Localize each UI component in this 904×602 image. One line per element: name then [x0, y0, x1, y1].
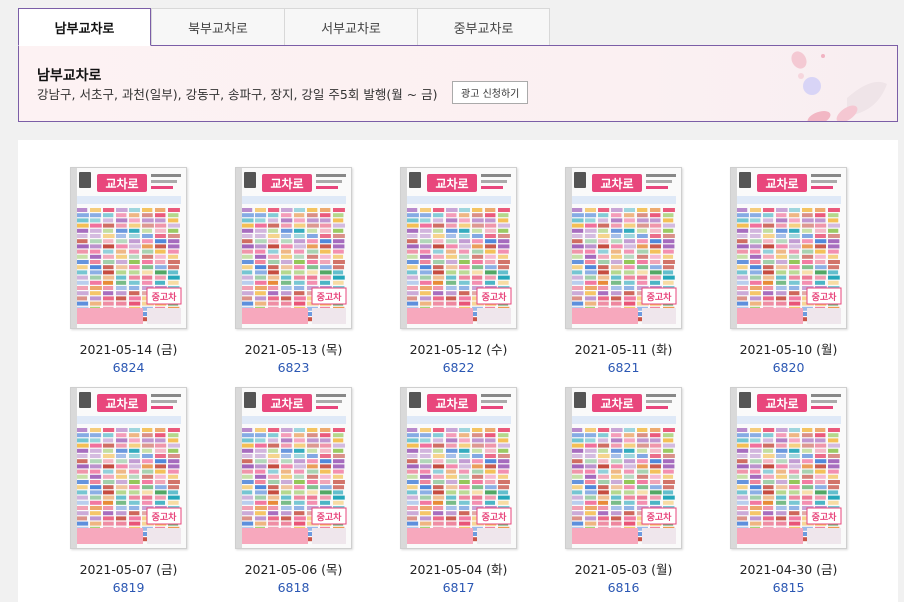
tab-seobu[interactable]: 서부교차로	[284, 8, 417, 46]
issue-date: 2021-05-06 (목)	[244, 562, 343, 577]
svg-text:중고차: 중고차	[152, 291, 178, 303]
issue-card[interactable]: 교차로 중고차 2021-05-07 (금) 6819	[70, 387, 187, 595]
issue-cover-thumbnail[interactable]: 교차로 중고차	[730, 387, 847, 549]
issue-number-link[interactable]: 6821	[565, 360, 682, 375]
issue-card[interactable]: 교차로 중고차 2021-05-11 (화) 6821	[565, 167, 682, 375]
svg-text:중고차: 중고차	[647, 291, 673, 303]
svg-text:교차로: 교차로	[600, 396, 633, 411]
ad-request-button[interactable]: 광고 신청하기	[452, 81, 529, 104]
issue-card[interactable]: 교차로 중고차 2021-05-12 (수) 6822	[400, 167, 517, 375]
issue-number-link[interactable]: 6820	[730, 360, 847, 375]
issue-grid: 교차로 중고차 2021-05-14 (금) 6824 교차로 중고차 2021-…	[70, 167, 847, 595]
svg-text:교차로: 교차로	[105, 396, 138, 411]
issue-date: 2021-05-14 (금)	[79, 342, 178, 357]
issue-card[interactable]: 교차로 중고차 2021-04-30 (금) 6815	[730, 387, 847, 595]
issue-number-link[interactable]: 6819	[70, 580, 187, 595]
svg-text:중고차: 중고차	[482, 511, 508, 523]
issue-list-panel: 교차로 중고차 2021-05-14 (금) 6824 교차로 중고차 2021-…	[18, 140, 898, 602]
issue-number-link[interactable]: 6823	[235, 360, 352, 375]
issue-cover-thumbnail[interactable]: 교차로 중고차	[235, 387, 352, 549]
tab-jungbu[interactable]: 중부교차로	[417, 8, 550, 46]
svg-text:중고차: 중고차	[647, 511, 673, 523]
petal-decoration-icon	[791, 51, 887, 121]
issue-date: 2021-05-04 (화)	[409, 562, 508, 577]
svg-text:교차로: 교차로	[435, 396, 468, 411]
svg-text:교차로: 교차로	[270, 176, 303, 191]
issue-card[interactable]: 교차로 중고차 2021-05-03 (월) 6816	[565, 387, 682, 595]
issue-number-link[interactable]: 6817	[400, 580, 517, 595]
tab-nambu[interactable]: 남부교차로	[18, 8, 151, 46]
issue-number-link[interactable]: 6824	[70, 360, 187, 375]
issue-card[interactable]: 교차로 중고차 2021-05-06 (목) 6818	[235, 387, 352, 595]
issue-cover-thumbnail[interactable]: 교차로 중고차	[70, 167, 187, 329]
svg-text:중고차: 중고차	[482, 291, 508, 303]
svg-text:교차로: 교차로	[765, 176, 798, 191]
svg-text:교차로: 교차로	[765, 396, 798, 411]
region-tabs: 남부교차로 북부교차로 서부교차로 중부교차로	[18, 8, 550, 46]
issue-cover-thumbnail[interactable]: 교차로 중고차	[565, 387, 682, 549]
issue-date: 2021-05-12 (수)	[409, 342, 508, 357]
svg-text:중고차: 중고차	[317, 291, 343, 303]
edition-description: 강남구, 서초구, 과천(일부), 강동구, 송파구, 장지, 강일 주5회 발…	[37, 87, 438, 102]
issue-card[interactable]: 교차로 중고차 2021-05-14 (금) 6824	[70, 167, 187, 375]
issue-cover-thumbnail[interactable]: 교차로 중고차	[70, 387, 187, 549]
svg-text:중고차: 중고차	[152, 511, 178, 523]
issue-cover-thumbnail[interactable]: 교차로 중고차	[400, 387, 517, 549]
issue-number-link[interactable]: 6815	[730, 580, 847, 595]
issue-cover-thumbnail[interactable]: 교차로 중고차	[565, 167, 682, 329]
issue-cover-thumbnail[interactable]: 교차로 중고차	[400, 167, 517, 329]
svg-text:교차로: 교차로	[600, 176, 633, 191]
issue-card[interactable]: 교차로 중고차 2021-05-04 (화) 6817	[400, 387, 517, 595]
issue-number-link[interactable]: 6818	[235, 580, 352, 595]
svg-text:교차로: 교차로	[105, 176, 138, 191]
issue-card[interactable]: 교차로 중고차 2021-05-10 (월) 6820	[730, 167, 847, 375]
svg-text:교차로: 교차로	[270, 396, 303, 411]
svg-text:중고차: 중고차	[812, 511, 838, 523]
issue-cover-thumbnail[interactable]: 교차로 중고차	[730, 167, 847, 329]
edition-info-panel: 남부교차로 강남구, 서초구, 과천(일부), 강동구, 송파구, 장지, 강일…	[18, 45, 898, 122]
issue-date: 2021-05-11 (화)	[574, 342, 673, 357]
issue-cover-thumbnail[interactable]: 교차로 중고차	[235, 167, 352, 329]
issue-number-link[interactable]: 6822	[400, 360, 517, 375]
svg-text:중고차: 중고차	[812, 291, 838, 303]
edition-title: 남부교차로	[37, 68, 102, 84]
issue-number-link[interactable]: 6816	[565, 580, 682, 595]
issue-date: 2021-04-30 (금)	[739, 562, 838, 577]
tab-bukbu[interactable]: 북부교차로	[151, 8, 284, 46]
issue-date: 2021-05-07 (금)	[79, 562, 178, 577]
issue-card[interactable]: 교차로 중고차 2021-05-13 (목) 6823	[235, 167, 352, 375]
svg-text:교차로: 교차로	[435, 176, 468, 191]
issue-date: 2021-05-03 (월)	[574, 562, 673, 577]
svg-text:중고차: 중고차	[317, 511, 343, 523]
issue-date: 2021-05-10 (월)	[739, 342, 838, 357]
issue-date: 2021-05-13 (목)	[244, 342, 343, 357]
